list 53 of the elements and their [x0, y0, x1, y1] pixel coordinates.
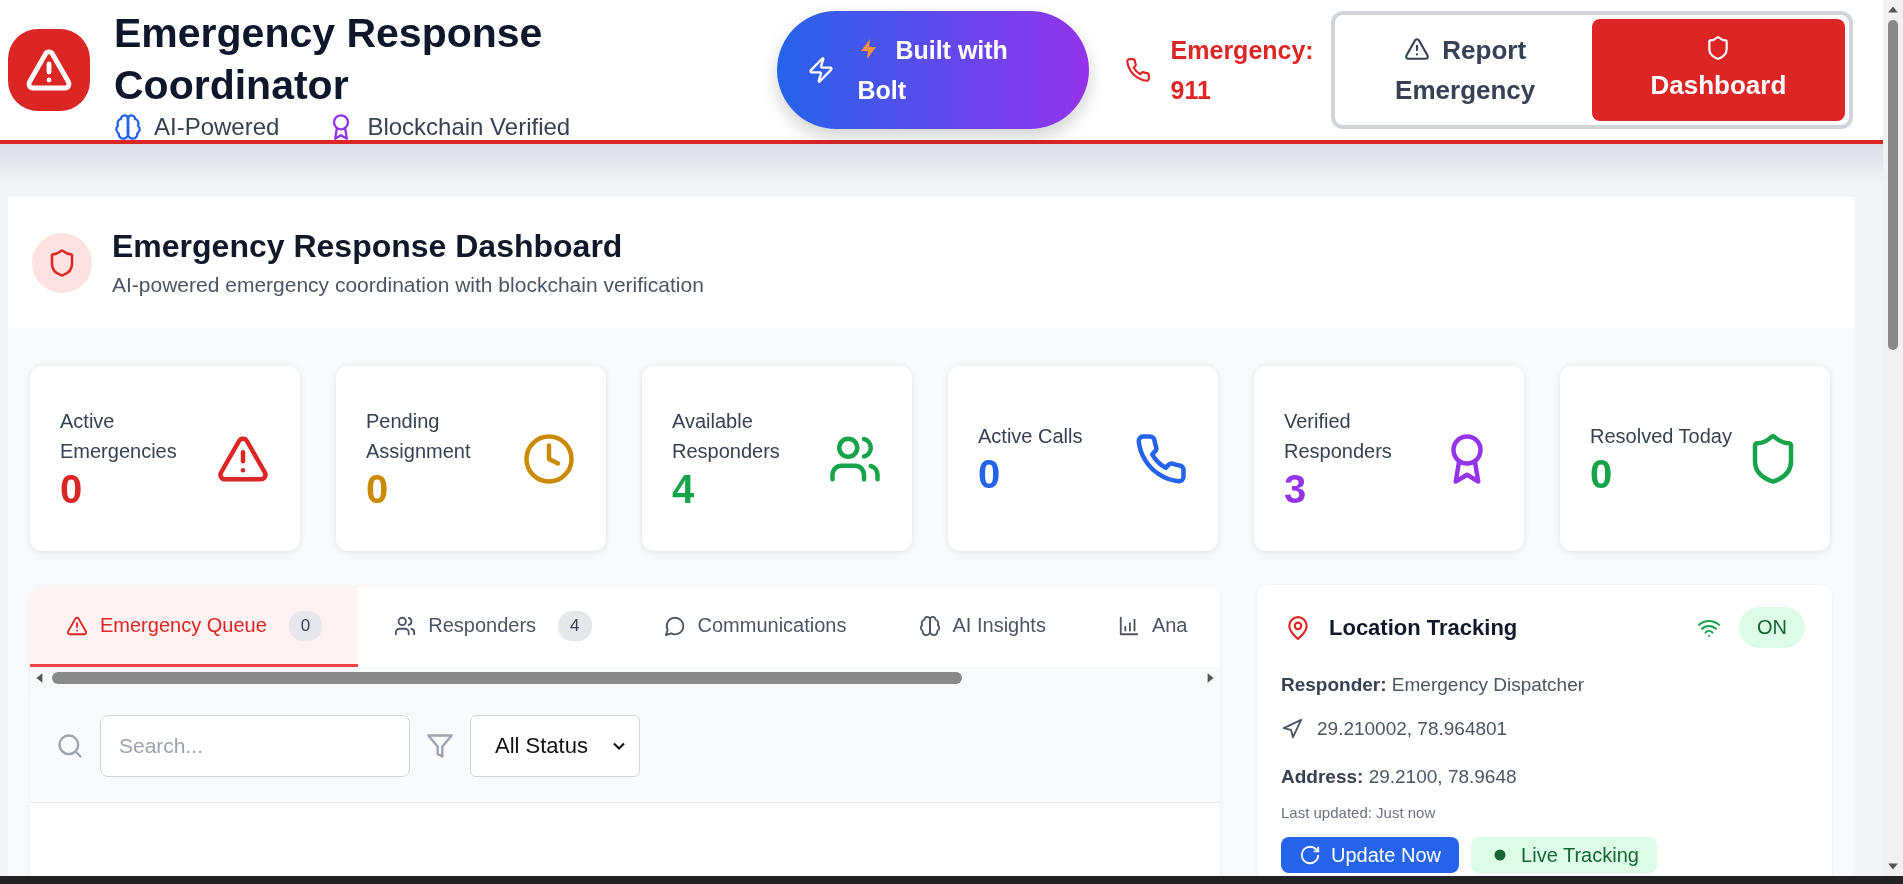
location-button[interactable]: Update Now [1281, 837, 1460, 873]
stat-value: 0 [60, 465, 84, 512]
refresh-icon [1299, 844, 1321, 866]
navigation-arrow-icon [1281, 718, 1303, 740]
coordinates-text: 29.210002, 78.964801 [1317, 718, 1508, 740]
last-updated-text: Last updated: Just now [1281, 804, 1437, 821]
count-badge: 0 [288, 610, 323, 641]
chat-bubble-icon [663, 614, 686, 637]
scrollbar-thumb[interactable] [52, 672, 962, 684]
stat-value: 3 [1284, 465, 1308, 512]
nav-button[interactable]: Dashboard [1591, 19, 1845, 121]
stat-value: 0 [1590, 450, 1614, 497]
status-dropdown[interactable]: All Status [470, 715, 640, 777]
clock-icon [522, 431, 576, 486]
feature-label: AI-Powered [154, 113, 280, 141]
phone-icon [1134, 431, 1188, 486]
search-icon [56, 732, 84, 760]
phone-icon [1124, 57, 1151, 83]
users-icon [394, 614, 417, 637]
filter-icon [426, 732, 454, 760]
tab[interactable]: Emergency Queue 0 [30, 587, 359, 667]
stat-label: Active Emergencies [60, 408, 178, 464]
emergency-number: Emergency: 911 [1170, 35, 1315, 106]
built-with-bolt-button[interactable]: Built with Bolt [777, 11, 1089, 129]
stat-value: 0 [978, 450, 1002, 497]
search-field[interactable]: Search... [100, 715, 410, 777]
dashboard-subtitle: AI-powered emergency coordination with blockchain verification [112, 273, 704, 297]
bar-chart-icon [1117, 614, 1140, 637]
stat-label: Verified Responders [1284, 408, 1393, 464]
lightning-icon [807, 56, 836, 84]
brain-icon [918, 614, 941, 637]
stat-value: 4 [672, 465, 696, 512]
vertical-scrollbar[interactable] [1883, 0, 1903, 876]
stat-value: 0 [366, 465, 390, 512]
status-pill: ON [1739, 607, 1805, 648]
location-title: Location Tracking [1329, 614, 1518, 641]
count-badge: 4 [558, 610, 592, 641]
stat-label: Available Responders [672, 408, 781, 464]
tab[interactable]: Ana [1081, 587, 1220, 667]
stat-label: Pending Assignment [366, 408, 472, 464]
app-title: Emergency Response Coordinator [114, 9, 544, 110]
brain-icon [114, 113, 142, 141]
feature-label: Blockchain Verified [367, 113, 571, 141]
address-text: Address: 29.2100, 78.9648 [1281, 766, 1518, 788]
warning-icon [1404, 36, 1431, 62]
location-button[interactable]: Live Tracking [1471, 837, 1657, 873]
stat-label: Active Calls [978, 423, 1084, 449]
dashboard-title: Emergency Response Dashboard [112, 228, 624, 265]
horizontal-scrollbar[interactable] [30, 667, 1220, 689]
scrollbar-thumb[interactable] [1888, 20, 1898, 350]
stat-label: Resolved Today [1590, 423, 1733, 449]
warning-icon [66, 614, 88, 637]
responder-text: Responder: Emergency Dispatcher [1281, 674, 1586, 696]
